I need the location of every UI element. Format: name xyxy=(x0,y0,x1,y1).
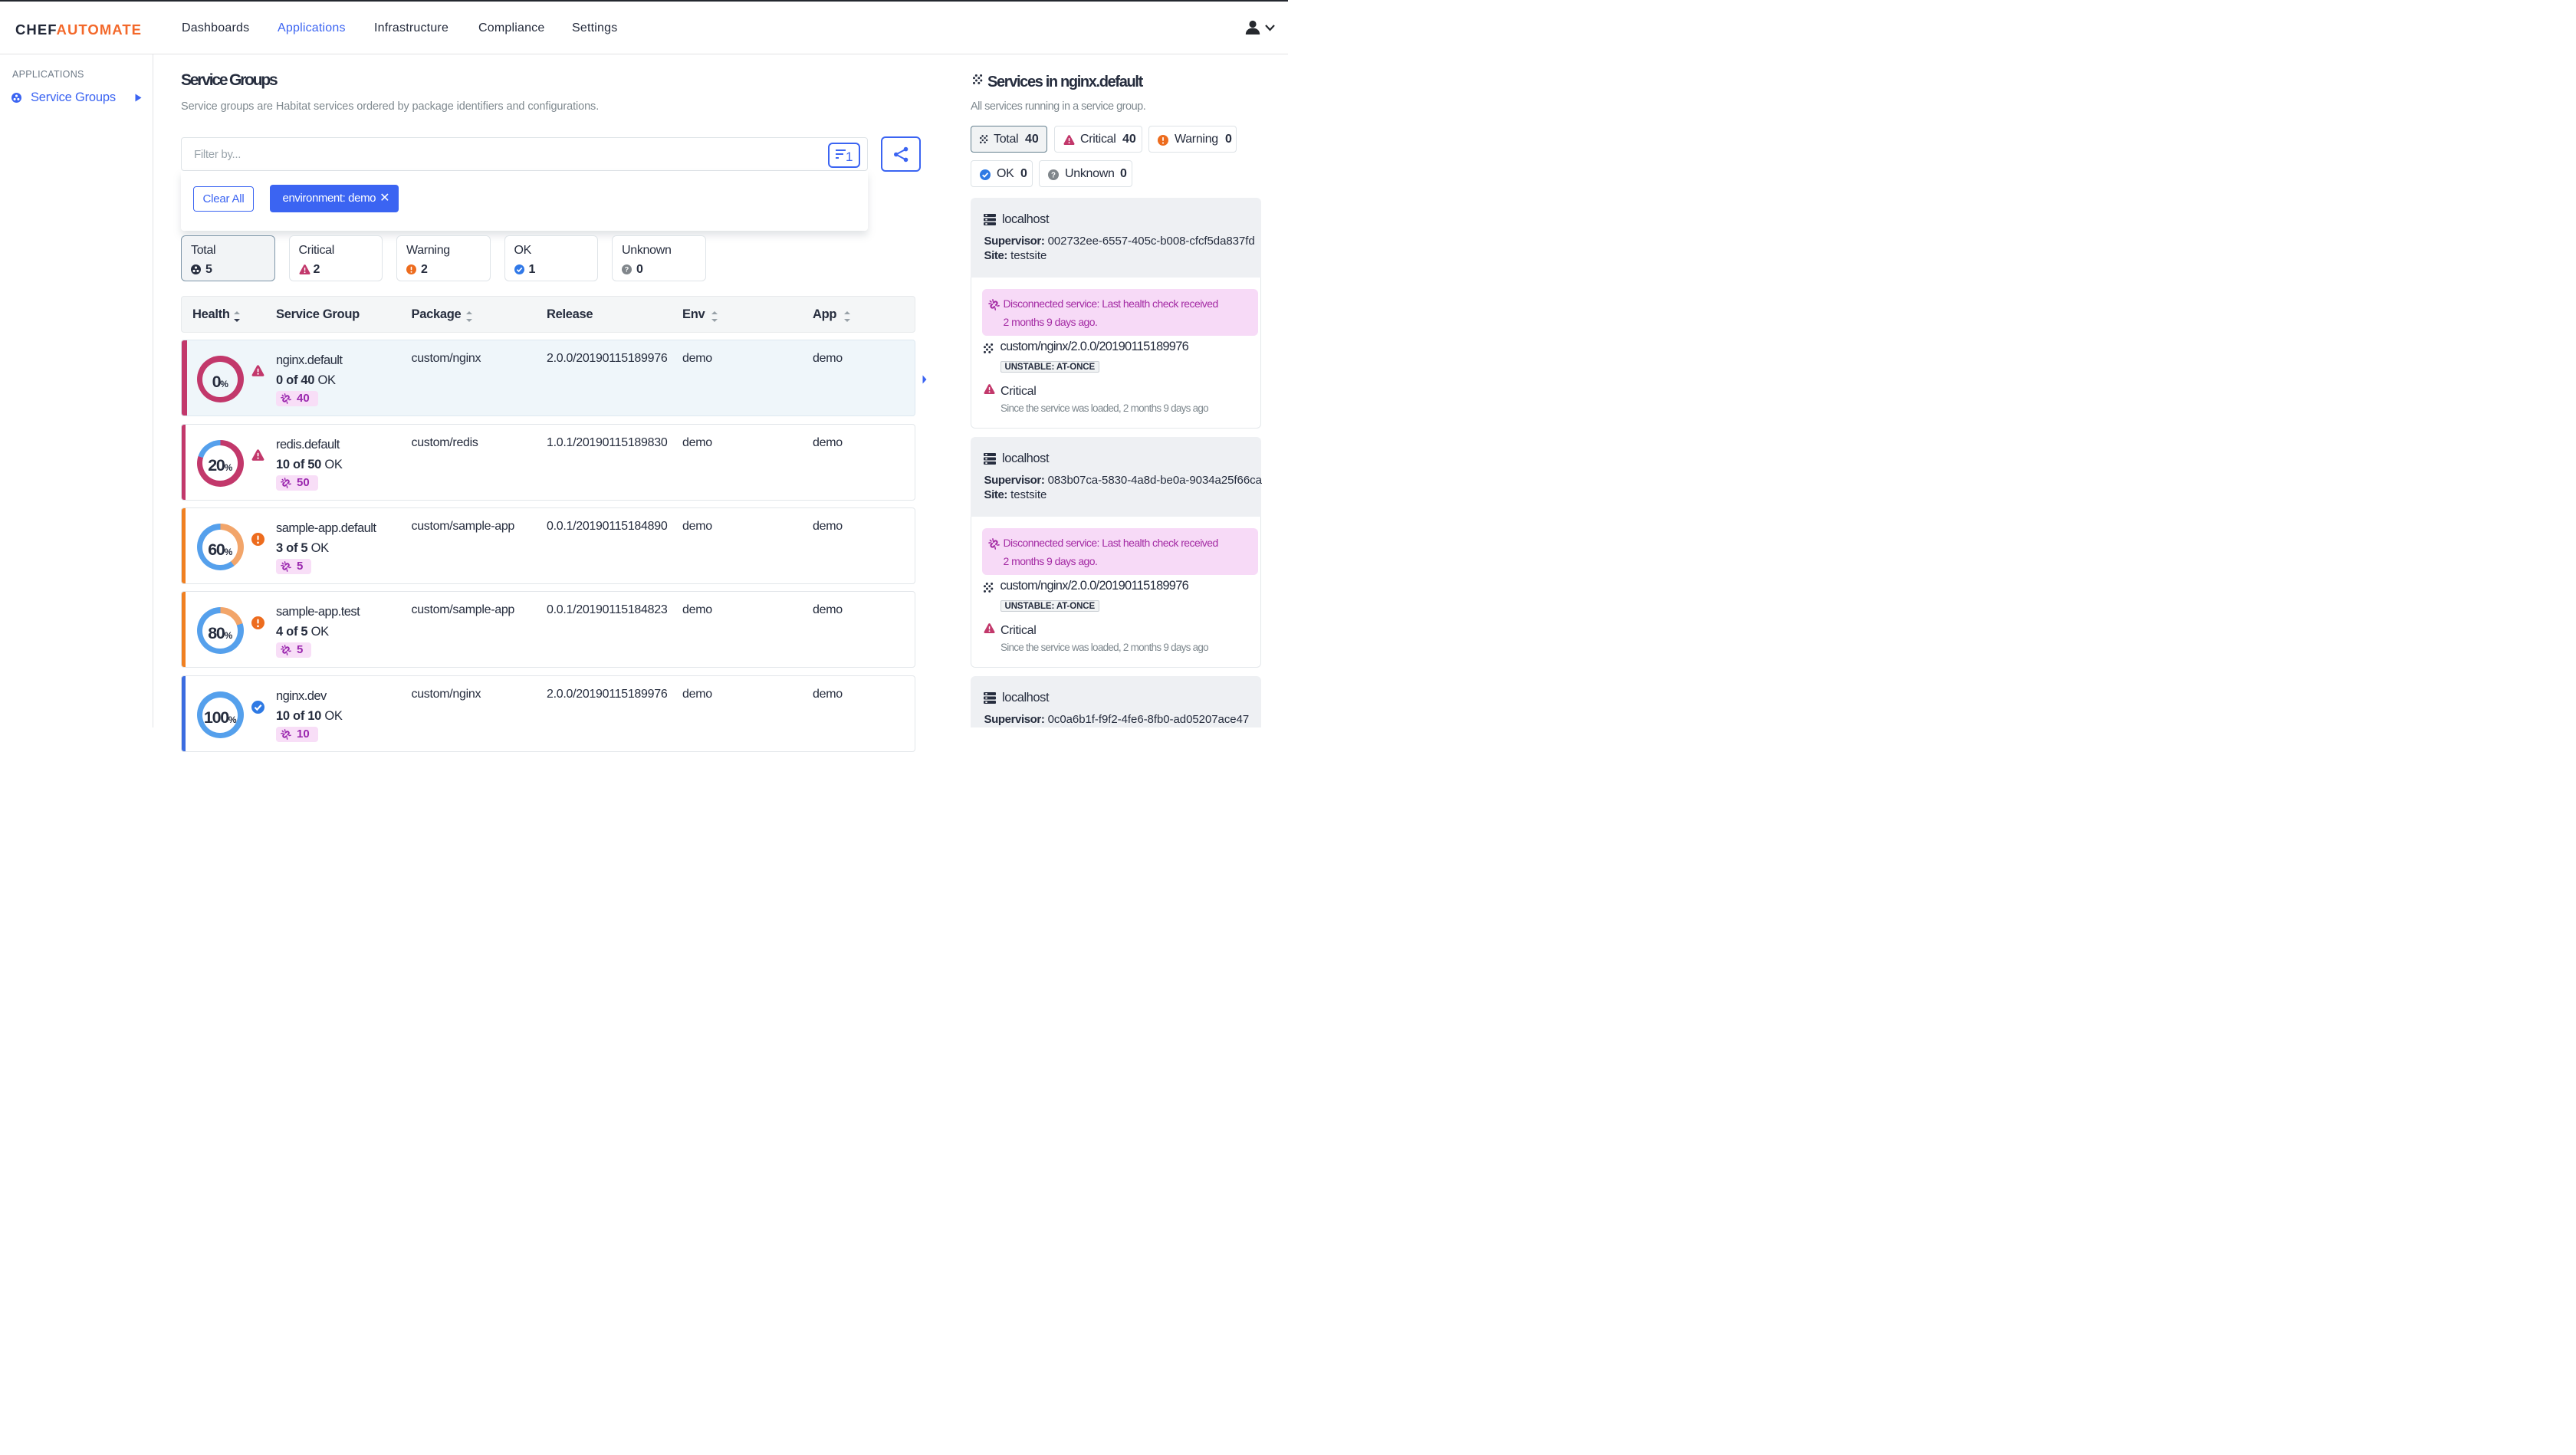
svg-text:?: ? xyxy=(1051,171,1056,179)
svg-text:?: ? xyxy=(625,266,629,274)
svg-text:1: 1 xyxy=(846,149,853,163)
